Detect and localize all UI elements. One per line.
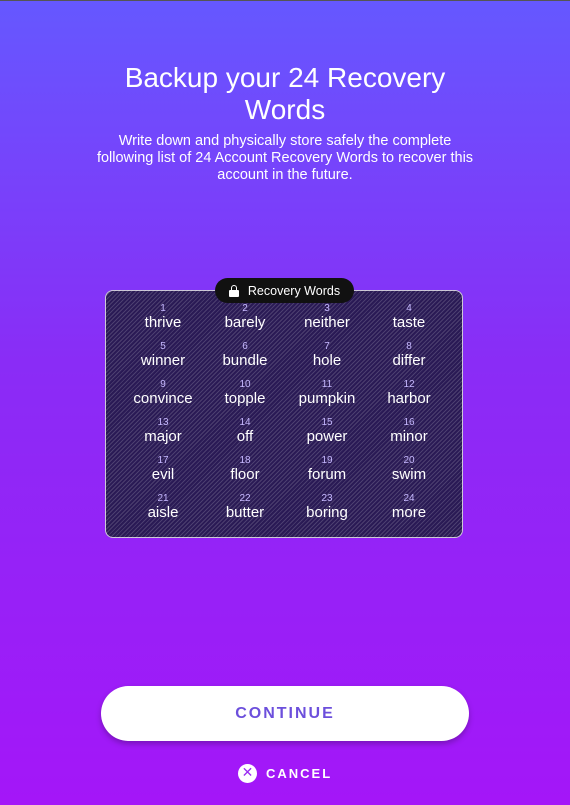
recovery-word: 3 neither [286, 303, 368, 341]
recovery-word: 17 evil [122, 455, 204, 493]
recovery-word-text: butter [225, 504, 265, 521]
recovery-word: 16 minor [368, 417, 450, 455]
recovery-word: 19 forum [286, 455, 368, 493]
recovery-word-text: convince [133, 390, 193, 407]
recovery-word-text: topple [224, 390, 266, 407]
recovery-word-text: evil [151, 466, 175, 483]
recovery-word-text: floor [230, 466, 260, 483]
recovery-word: 8 differ [368, 341, 450, 379]
recovery-word: 13 major [122, 417, 204, 455]
recovery-word-text: minor [390, 428, 428, 445]
recovery-word: 21 aisle [122, 493, 204, 531]
recovery-word: 7 hole [286, 341, 368, 379]
recovery-word-text: off [236, 428, 254, 445]
recovery-word: 10 topple [204, 379, 286, 417]
recovery-words-label-text: Recovery Words [247, 283, 341, 298]
lock-icon [228, 284, 239, 297]
recovery-word-text: thrive [144, 314, 182, 331]
page-title-line-2: Words [244, 94, 326, 125]
recovery-word-text: pumpkin [298, 390, 356, 407]
recovery-word: 15 power [286, 417, 368, 455]
recovery-word-text: boring [306, 504, 348, 521]
recovery-word-text: power [306, 428, 348, 445]
recovery-word-text: differ [392, 352, 426, 369]
recovery-word-text: more [391, 504, 427, 521]
recovery-word: 4 taste [368, 303, 450, 341]
continue-button[interactable]: CONTINUE [101, 686, 469, 741]
recovery-word: 9 convince [122, 379, 204, 417]
recovery-word: 14 off [204, 417, 286, 455]
recovery-word-text: major [144, 428, 182, 445]
recovery-word: 22 butter [204, 493, 286, 531]
recovery-word-text: swim [391, 466, 427, 483]
recovery-word-text: hole [312, 352, 342, 369]
recovery-word: 1 thrive [122, 303, 204, 341]
recovery-words-grid: 1 thrive 2 barely 3 neither 4 taste 5 winner 6 bund… [122, 303, 450, 531]
recovery-word: 24 more [368, 493, 450, 531]
page-title-line-1: Backup your 24 Recovery [124, 62, 446, 93]
page-title: Backup your 24 Recovery Words [0, 62, 570, 126]
recovery-word: 18 floor [204, 455, 286, 493]
recovery-word-text: bundle [222, 352, 268, 369]
recovery-word-text: aisle [147, 504, 179, 521]
recovery-words-label: Recovery Words [215, 278, 354, 303]
recovery-word: 2 barely [204, 303, 286, 341]
recovery-word: 20 swim [368, 455, 450, 493]
cancel-label: CANCEL [266, 765, 333, 781]
recovery-word-text: harbor [387, 390, 431, 407]
recovery-word-text: taste [392, 314, 426, 331]
recovery-word: 12 harbor [368, 379, 450, 417]
top-border [0, 0, 570, 1]
page-description: Write down and physically store safely t… [96, 133, 474, 183]
recovery-word: 11 pumpkin [286, 379, 368, 417]
recovery-word-text: neither [304, 314, 350, 331]
cancel-button[interactable]: ✕ CANCEL [238, 763, 332, 783]
close-circle-icon: ✕ [238, 763, 257, 783]
recovery-word-text: forum [307, 466, 347, 483]
recovery-word: 23 boring [286, 493, 368, 531]
recovery-word: 5 winner [122, 341, 204, 379]
recovery-word-text: winner [140, 352, 186, 369]
recovery-word: 6 bundle [204, 341, 286, 379]
recovery-word-text: barely [224, 314, 266, 331]
